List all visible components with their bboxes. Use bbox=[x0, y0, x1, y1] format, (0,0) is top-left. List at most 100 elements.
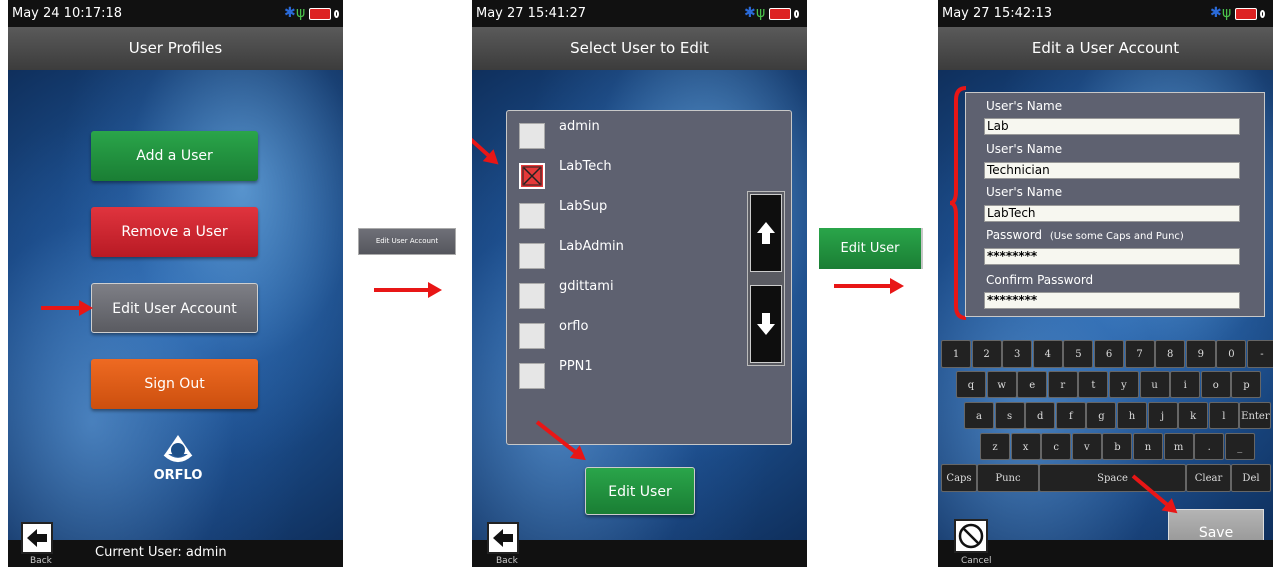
scroll-up-button[interactable] bbox=[750, 194, 782, 272]
key-space[interactable]: Space bbox=[1039, 464, 1186, 492]
confirm-password-label: Confirm Password bbox=[986, 273, 1094, 287]
key-1[interactable]: 1 bbox=[941, 340, 971, 368]
confirm-password-field[interactable]: ******** bbox=[984, 292, 1240, 309]
key-3[interactable]: 3 bbox=[1002, 340, 1033, 368]
key-i[interactable]: i bbox=[1170, 371, 1201, 398]
status-time: May 27 15:41:27 bbox=[476, 6, 587, 21]
key-q[interactable]: q bbox=[956, 371, 986, 398]
first-name-field[interactable]: Lab bbox=[984, 118, 1240, 135]
key-6[interactable]: 6 bbox=[1094, 340, 1124, 368]
add-user-button[interactable]: Add a User bbox=[91, 131, 258, 181]
key-f[interactable]: f bbox=[1055, 402, 1086, 429]
user-checkbox[interactable] bbox=[519, 243, 545, 269]
key-v[interactable]: v bbox=[1071, 433, 1102, 460]
back-button[interactable] bbox=[21, 522, 53, 554]
current-user-label: Current User: admin bbox=[95, 545, 227, 560]
check-x-icon bbox=[522, 166, 542, 186]
scroll-down-button[interactable] bbox=[750, 285, 782, 363]
user-checkbox[interactable] bbox=[519, 323, 545, 349]
key-g[interactable]: g bbox=[1086, 402, 1117, 429]
arrow-up-icon bbox=[757, 222, 775, 244]
key-m[interactable]: m bbox=[1163, 433, 1194, 460]
key-clear[interactable]: Clear bbox=[1186, 464, 1231, 492]
key-h[interactable]: h bbox=[1117, 402, 1147, 429]
logo-text: ORFLO bbox=[153, 468, 203, 483]
key-t[interactable]: t bbox=[1078, 371, 1109, 398]
usb-icon: ψ bbox=[296, 5, 306, 21]
password-field[interactable]: ******** bbox=[984, 248, 1240, 265]
screen-user-profiles: May 24 10:17:18 ✱ ψ User Profiles Add a … bbox=[8, 0, 343, 567]
key-a[interactable]: a bbox=[964, 402, 994, 429]
back-arrow-icon bbox=[493, 529, 513, 547]
usb-icon: ψ bbox=[1222, 5, 1232, 21]
page-title: User Profiles bbox=[8, 27, 343, 70]
key-e[interactable]: e bbox=[1017, 371, 1048, 398]
key-enter[interactable]: Enter bbox=[1239, 402, 1272, 429]
page-title: Select User to Edit bbox=[472, 27, 807, 70]
key-del[interactable]: Del bbox=[1231, 464, 1271, 492]
user-checkbox[interactable] bbox=[519, 203, 545, 229]
key-w[interactable]: w bbox=[986, 371, 1017, 398]
user-checkbox[interactable] bbox=[519, 363, 545, 389]
key-dash[interactable]: - bbox=[1247, 340, 1273, 368]
orflo-logo: ORFLO bbox=[148, 432, 208, 483]
bluetooth-icon: ✱ bbox=[744, 5, 756, 21]
user-checkbox-checked[interactable] bbox=[519, 163, 545, 189]
key-x[interactable]: x bbox=[1010, 433, 1041, 460]
key-z[interactable]: z bbox=[980, 433, 1010, 460]
edit-user-button[interactable]: Edit User bbox=[585, 467, 695, 515]
edit-user-account-button[interactable]: Edit User Account bbox=[91, 283, 258, 333]
back-button[interactable] bbox=[487, 522, 519, 554]
key-y[interactable]: y bbox=[1109, 371, 1139, 398]
key-underscore[interactable]: _ bbox=[1224, 433, 1255, 460]
bluetooth-icon: ✱ bbox=[1210, 5, 1222, 21]
battery-icon bbox=[309, 8, 339, 20]
arrow-down-icon bbox=[757, 313, 775, 335]
key-j[interactable]: j bbox=[1147, 402, 1178, 429]
back-label: Back bbox=[496, 556, 518, 566]
key-b[interactable]: b bbox=[1102, 433, 1133, 460]
status-bar: May 27 15:41:27 ✱ ψ bbox=[472, 0, 807, 27]
key-c[interactable]: c bbox=[1041, 433, 1072, 460]
key-o[interactable]: o bbox=[1200, 371, 1231, 398]
key-r[interactable]: r bbox=[1047, 371, 1078, 398]
key-n[interactable]: n bbox=[1133, 433, 1163, 460]
list-scrollbar[interactable] bbox=[747, 191, 785, 366]
key-2[interactable]: 2 bbox=[971, 340, 1002, 368]
password-label-text: Password bbox=[986, 228, 1043, 242]
key-s[interactable]: s bbox=[994, 402, 1025, 429]
page-title: Edit a User Account bbox=[938, 27, 1273, 70]
key-5[interactable]: 5 bbox=[1063, 340, 1094, 368]
key-0[interactable]: 0 bbox=[1216, 340, 1247, 368]
status-bar: May 24 10:17:18 ✱ ψ bbox=[8, 0, 343, 27]
key-period[interactable]: . bbox=[1194, 433, 1225, 460]
cancel-label: Cancel bbox=[961, 556, 992, 566]
last-name-label: User's Name bbox=[986, 142, 1063, 156]
key-l[interactable]: l bbox=[1208, 402, 1239, 429]
remove-user-button[interactable]: Remove a User bbox=[91, 207, 258, 257]
flow-arrow bbox=[374, 282, 442, 298]
username-field[interactable]: LabTech bbox=[984, 205, 1240, 222]
key-d[interactable]: d bbox=[1025, 402, 1056, 429]
status-bar: May 27 15:42:13 ✱ ψ bbox=[938, 0, 1273, 27]
user-checkbox[interactable] bbox=[519, 283, 545, 309]
key-punc[interactable]: Punc bbox=[977, 464, 1039, 492]
cancel-button[interactable] bbox=[954, 519, 988, 553]
bottom-bar bbox=[472, 540, 807, 567]
screen-edit-user-account: May 27 15:42:13 ✱ ψ Edit a User Account … bbox=[938, 0, 1273, 567]
key-7[interactable]: 7 bbox=[1124, 340, 1155, 368]
key-caps[interactable]: Caps bbox=[941, 464, 977, 492]
key-k[interactable]: k bbox=[1178, 402, 1209, 429]
key-p[interactable]: p bbox=[1231, 371, 1262, 398]
key-4[interactable]: 4 bbox=[1032, 340, 1063, 368]
user-name: orflo bbox=[559, 319, 589, 334]
last-name-field[interactable]: Technician bbox=[984, 162, 1240, 179]
username-label: User's Name bbox=[986, 185, 1063, 199]
sign-out-button[interactable]: Sign Out bbox=[91, 359, 258, 409]
user-name: LabSup bbox=[559, 199, 608, 214]
key-8[interactable]: 8 bbox=[1155, 340, 1186, 368]
screen-select-user: May 27 15:41:27 ✱ ψ Select User to Edit … bbox=[472, 0, 807, 567]
key-u[interactable]: u bbox=[1139, 371, 1170, 398]
user-checkbox[interactable] bbox=[519, 123, 545, 149]
key-9[interactable]: 9 bbox=[1185, 340, 1216, 368]
